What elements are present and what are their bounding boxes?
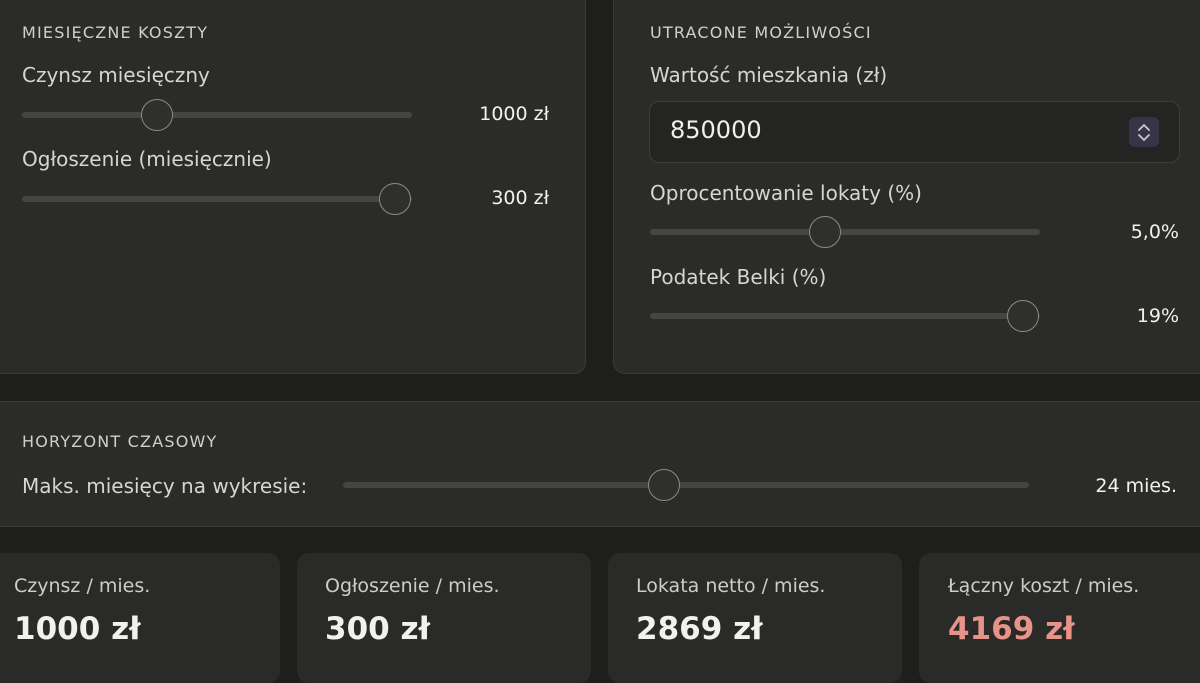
- property-value-label: Wartość mieszkania (zł): [650, 63, 888, 87]
- interest-slider-thumb[interactable]: [809, 216, 841, 248]
- monthly-costs-panel: MIESIĘCZNE KOSZTY Czynsz miesięczny 1000…: [0, 0, 586, 374]
- property-value-input[interactable]: 850000: [649, 101, 1180, 163]
- stat-card-rent: Czynsz / mies. 1000 zł: [0, 553, 280, 683]
- property-value-number: 850000: [670, 116, 762, 144]
- tax-slider-thumb[interactable]: [1007, 300, 1039, 332]
- rent-slider-track[interactable]: [22, 112, 412, 118]
- stat-rent-label: Czynsz / mies.: [14, 575, 151, 597]
- lost-opportunities-title: UTRACONE MOŻLIWOŚCI: [650, 23, 872, 42]
- rent-slider-thumb[interactable]: [141, 99, 173, 131]
- rent-label: Czynsz miesięczny: [22, 63, 210, 87]
- max-months-slider-thumb[interactable]: [648, 469, 680, 501]
- interest-value: 5,0%: [1130, 221, 1179, 243]
- time-horizon-panel: HORYZONT CZASOWY Maks. miesięcy na wykre…: [0, 401, 1200, 527]
- stat-deposit-value: 2869 zł: [636, 611, 763, 647]
- rent-value: 1000 zł: [479, 103, 549, 125]
- tax-slider-track[interactable]: [650, 313, 1040, 319]
- tax-value: 19%: [1136, 305, 1179, 327]
- lost-opportunities-panel: UTRACONE MOŻLIWOŚCI Wartość mieszkania (…: [613, 0, 1200, 374]
- ad-label: Ogłoszenie (miesięcznie): [22, 147, 272, 171]
- stat-total-value: 4169 zł: [948, 611, 1075, 647]
- ad-value: 300 zł: [491, 187, 549, 209]
- stat-ad-label: Ogłoszenie / mies.: [325, 575, 500, 597]
- stat-card-total: Łączny koszt / mies. 4169 zł: [919, 553, 1200, 683]
- stat-card-ad: Ogłoszenie / mies. 300 zł: [297, 553, 591, 683]
- stat-rent-value: 1000 zł: [14, 611, 141, 647]
- chevron-up-down-icon[interactable]: [1129, 117, 1159, 147]
- max-months-value: 24 mies.: [1095, 475, 1177, 497]
- max-months-label: Maks. miesięcy na wykresie:: [22, 474, 308, 498]
- ad-slider-thumb[interactable]: [379, 183, 411, 215]
- time-horizon-title: HORYZONT CZASOWY: [22, 432, 218, 451]
- stat-ad-value: 300 zł: [325, 611, 431, 647]
- interest-slider-track[interactable]: [650, 229, 1040, 235]
- max-months-slider-track[interactable]: [343, 482, 1029, 488]
- stat-deposit-label: Lokata netto / mies.: [636, 575, 826, 597]
- tax-label: Podatek Belki (%): [650, 265, 827, 289]
- stat-card-deposit: Lokata netto / mies. 2869 zł: [608, 553, 902, 683]
- monthly-costs-title: MIESIĘCZNE KOSZTY: [22, 23, 209, 42]
- stat-total-label: Łączny koszt / mies.: [948, 575, 1140, 597]
- ad-slider-track[interactable]: [22, 196, 412, 202]
- interest-label: Oprocentowanie lokaty (%): [650, 181, 922, 205]
